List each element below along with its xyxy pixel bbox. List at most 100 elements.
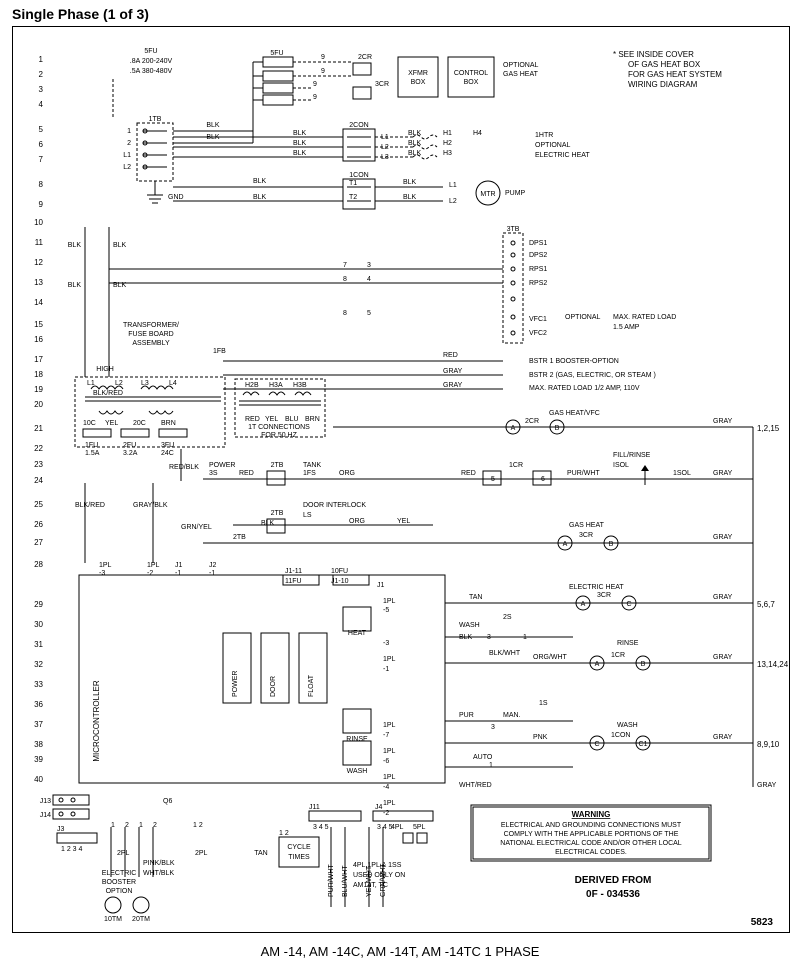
wiring-diagram: 1 2 3 4 5 6 7 8 9 10 11 12 13 14 15 16 1…: [13, 27, 789, 932]
svg-text:1.5 AMP: 1.5 AMP: [613, 324, 640, 331]
svg-text:RPS1: RPS1: [529, 266, 547, 273]
svg-text:2: 2: [153, 822, 157, 829]
svg-text:19: 19: [34, 385, 43, 394]
svg-text:1PL: 1PL: [383, 774, 396, 781]
svg-text:FOR GAS HEAT SYSTEM: FOR GAS HEAT SYSTEM: [628, 70, 722, 79]
svg-text:1: 1: [39, 55, 44, 64]
svg-text:1FS: 1FS: [303, 470, 316, 477]
svg-text:T1: T1: [349, 180, 357, 187]
svg-text:PUR/WHT: PUR/WHT: [567, 470, 600, 477]
svg-text:RED: RED: [443, 352, 458, 359]
svg-text:YEL: YEL: [265, 416, 278, 423]
svg-text:24: 24: [34, 476, 43, 485]
svg-text:1PL: 1PL: [383, 800, 396, 807]
row26-27: DOOR INTERLOCK LS BLK 2TB ORG YEL 2TB GA…: [203, 502, 753, 550]
svg-text:NATIONAL ELECTRICAL CODE AND/O: NATIONAL ELECTRICAL CODE AND/OR OTHER LO…: [500, 840, 681, 847]
svg-text:1PL: 1PL: [147, 562, 160, 569]
svg-text:4: 4: [367, 276, 371, 283]
svg-text:10TM: 10TM: [104, 916, 122, 923]
svg-text:40: 40: [34, 775, 43, 784]
svg-text:2: 2: [125, 822, 129, 829]
svg-text:AM14T, TC: AM14T, TC: [353, 882, 388, 889]
svg-text:32: 32: [34, 660, 43, 669]
svg-text:3: 3: [39, 85, 44, 94]
svg-text:AUTO: AUTO: [473, 754, 493, 761]
svg-text:7: 7: [39, 155, 44, 164]
svg-text:3S: 3S: [209, 470, 218, 477]
svg-text:YEL: YEL: [397, 518, 410, 525]
svg-text:8: 8: [39, 180, 44, 189]
svg-text:27: 27: [34, 538, 43, 547]
svg-text:H2B: H2B: [245, 382, 259, 389]
svg-text:WARNING: WARNING: [572, 810, 611, 819]
svg-text:3: 3: [367, 262, 371, 269]
svg-text:2CR: 2CR: [525, 418, 539, 425]
svg-text:2TB: 2TB: [233, 534, 246, 541]
svg-text:8,9,10: 8,9,10: [757, 740, 780, 749]
svg-text:B: B: [609, 541, 614, 548]
svg-text:23: 23: [34, 460, 43, 469]
svg-text:6: 6: [541, 476, 545, 483]
svg-text:4PL,1PL & 1SS: 4PL,1PL & 1SS: [353, 862, 402, 869]
svg-text:GRAY: GRAY: [443, 368, 463, 375]
bottom-center: TAN CYCLE TIMES 1 2 J11 3 4 5 J4 3 4 5 P…: [254, 804, 433, 907]
page: Single Phase (1 of 3) 1 2 3 4 5 6 7 8 9 …: [0, 0, 800, 965]
svg-text:FUSE BOARD: FUSE BOARD: [128, 331, 174, 338]
svg-text:25: 25: [34, 500, 43, 509]
svg-text:PINK/BLK: PINK/BLK: [143, 860, 175, 867]
svg-text:DPS2: DPS2: [529, 252, 547, 259]
svg-text:2CON: 2CON: [349, 122, 368, 129]
svg-text:C1: C1: [639, 741, 648, 748]
right-notes-a: BSTR 1 BOOSTER-OPTION RED BSTR 2 (GAS, E…: [223, 352, 656, 392]
svg-text:.8A 200-240V: .8A 200-240V: [130, 58, 173, 65]
svg-text:HEAT: HEAT: [348, 630, 367, 637]
svg-text:11: 11: [35, 238, 44, 247]
bottom-left-connectors: J13 J14 J3 1 2 3 4 Q6 1 2 1 2 1 2 2PL 2P…: [40, 795, 208, 923]
3tb: 3TB DPS1 DPS2 RPS1 RPS2 VFC1 VFC2 OPTION…: [109, 226, 676, 343]
svg-text:H3A: H3A: [269, 382, 283, 389]
svg-text:* SEE INSIDE COVER: * SEE INSIDE COVER: [613, 50, 694, 59]
svg-text:BLU: BLU: [285, 416, 299, 423]
svg-text:USED ONLY ON: USED ONLY ON: [353, 872, 405, 879]
svg-text:J1-10: J1-10: [331, 578, 349, 585]
svg-text:8: 8: [343, 276, 347, 283]
row31: WASH BLK 2S 3 1 BLK/WHT: [445, 614, 573, 657]
svg-text:9: 9: [321, 54, 325, 61]
svg-text:7: 7: [343, 262, 347, 269]
svg-text:H2: H2: [443, 140, 452, 147]
svg-text:5: 5: [367, 310, 371, 317]
svg-text:H3B: H3B: [293, 382, 307, 389]
svg-text:1HTR: 1HTR: [535, 132, 553, 139]
svg-text:3CR: 3CR: [375, 81, 389, 88]
svg-text:20TM: 20TM: [132, 916, 150, 923]
svg-text:5: 5: [491, 476, 495, 483]
svg-text:13,14,24: 13,14,24: [757, 660, 789, 669]
svg-text:5FU: 5FU: [144, 48, 157, 55]
svg-text:20C: 20C: [133, 420, 146, 427]
svg-text:5,6,7: 5,6,7: [757, 600, 775, 609]
svg-text:DOOR INTERLOCK: DOOR INTERLOCK: [303, 502, 366, 509]
svg-text:BLK: BLK: [113, 242, 127, 249]
svg-text:37: 37: [34, 720, 43, 729]
svg-text:BLU/WHT: BLU/WHT: [342, 865, 349, 897]
svg-text:BLK: BLK: [293, 140, 307, 147]
svg-text:J1-11: J1-11: [285, 568, 302, 575]
row39: AUTO 1 WHT/RED: [445, 754, 573, 789]
svg-text:PUR: PUR: [459, 712, 474, 719]
svg-text:TAN: TAN: [469, 594, 482, 601]
svg-text:GRAY: GRAY: [713, 734, 733, 741]
row-refs-right: 1,2,15 5,6,7 13,14,24 8,9,10: [757, 424, 789, 749]
svg-text:2PL: 2PL: [195, 850, 208, 857]
svg-text:3.2A: 3.2A: [123, 450, 138, 457]
svg-text:10FU: 10FU: [331, 568, 348, 575]
svg-text:J3: J3: [57, 826, 65, 833]
svg-text:1: 1: [489, 762, 493, 769]
svg-text:1PL: 1PL: [99, 562, 112, 569]
svg-text:ELECTRIC: ELECTRIC: [102, 870, 137, 877]
svg-text:BLK: BLK: [253, 194, 267, 201]
svg-text:ELECTRIC HEAT: ELECTRIC HEAT: [535, 152, 590, 159]
svg-text:ELECTRICAL AND GROUNDING CONNE: ELECTRICAL AND GROUNDING CONNECTIONS MUS…: [501, 822, 682, 829]
svg-text:WASH: WASH: [459, 622, 480, 629]
svg-text:33: 33: [34, 680, 43, 689]
svg-text:3FU: 3FU: [161, 442, 174, 449]
